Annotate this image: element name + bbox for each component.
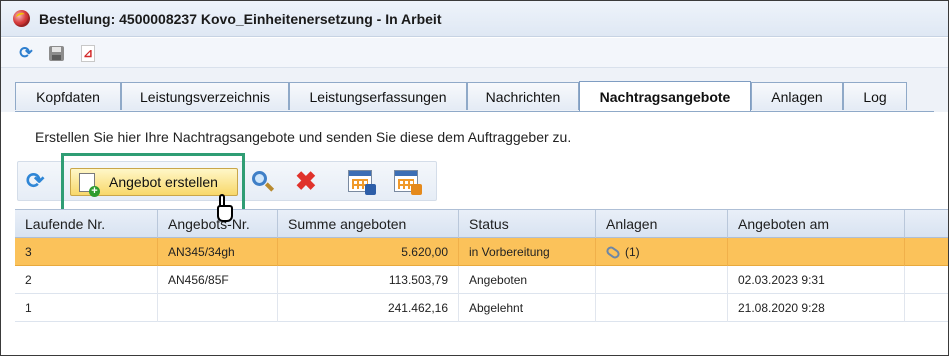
cell-offer-number <box>158 294 278 322</box>
title-bar: Bestellung: 4500008237 Kovo_Einheiteners… <box>1 1 948 37</box>
table-row[interactable]: 3 AN345/34gh 5.620,00 in Vorbereitung (1… <box>15 238 948 266</box>
table-row[interactable]: 2 AN456/85F 113.503,79 Angeboten 02.03.2… <box>15 266 948 294</box>
cell-offer-number: AN456/85F <box>158 266 278 294</box>
cell-sum: 241.462,16 <box>278 294 459 322</box>
create-offer-label: Angebot erstellen <box>109 174 218 190</box>
cell-sum: 113.503,79 <box>278 266 459 294</box>
cell-sum: 5.620,00 <box>278 238 459 266</box>
tab-leistungsverzeichnis[interactable]: Leistungsverzeichnis <box>121 82 289 110</box>
column-header[interactable]: Laufende Nr. <box>15 210 158 238</box>
window: Bestellung: 4500008237 Kovo_Einheiteners… <box>0 0 949 356</box>
cell-attachments <box>596 294 728 322</box>
tab-label: Nachrichten <box>485 88 561 105</box>
column-header[interactable]: Summe angeboten <box>278 210 459 238</box>
paperclip-icon <box>604 245 622 261</box>
tab-label: Log <box>863 88 887 105</box>
tab-nachtragsangebote[interactable]: Nachtragsangebote <box>579 81 751 111</box>
new-document-icon <box>79 172 100 197</box>
cell-status: in Vorbereitung <box>459 238 596 266</box>
cell-nr: 1 <box>15 294 158 322</box>
hand-cursor-icon <box>213 194 235 224</box>
export-icon[interactable] <box>348 170 376 195</box>
tab-label: Kopfdaten <box>36 88 100 105</box>
window-title: Bestellung: 4500008237 Kovo_Einheiteners… <box>39 11 442 27</box>
column-header[interactable]: Anlagen <box>596 210 728 238</box>
search-icon[interactable] <box>250 169 276 195</box>
table-header: Laufende Nr. Angebots-Nr. Summe angebote… <box>15 209 948 238</box>
app-logo-icon <box>13 10 30 27</box>
cell-date: 21.08.2020 9:28 <box>728 294 905 322</box>
tab-bar: Kopfdaten Leistungsverzeichnis Leistungs… <box>1 68 948 112</box>
tab-leistungserfassungen[interactable]: Leistungserfassungen <box>289 82 467 110</box>
table-row[interactable]: 1 241.462,16 Abgelehnt 21.08.2020 9:28 <box>15 294 948 322</box>
import-icon[interactable] <box>394 170 422 195</box>
cell-nr: 3 <box>15 238 158 266</box>
save-icon[interactable] <box>47 44 65 62</box>
tab-label: Nachtragsangebote <box>599 88 731 105</box>
column-header[interactable]: Status <box>459 210 596 238</box>
cell-nr: 2 <box>15 266 158 294</box>
info-text: Erstellen Sie hier Ihre Nachtragsangebot… <box>35 129 572 145</box>
attachment-count: (1) <box>625 245 640 259</box>
tab-kopfdaten[interactable]: Kopfdaten <box>15 82 121 110</box>
create-offer-button[interactable]: Angebot erstellen <box>70 168 238 197</box>
top-toolbar: ⟳ <box>1 38 948 68</box>
cell-attachments[interactable]: (1) <box>596 238 728 266</box>
column-header[interactable]: Angeboten am <box>728 210 905 238</box>
tab-label: Leistungsverzeichnis <box>140 88 270 105</box>
tab-log[interactable]: Log <box>843 82 907 110</box>
offers-table: Laufende Nr. Angebots-Nr. Summe angebote… <box>15 209 948 322</box>
tab-label: Anlagen <box>771 88 823 105</box>
cell-offer-number: AN345/34gh <box>158 238 278 266</box>
cell-status: Angeboten <box>459 266 596 294</box>
tab-label: Leistungserfassungen <box>309 88 447 105</box>
cell-status: Abgelehnt <box>459 294 596 322</box>
delete-icon[interactable]: ✖ <box>295 166 317 196</box>
cell-date <box>728 238 905 266</box>
refresh-icon[interactable]: ⟳ <box>17 44 35 62</box>
cell-date: 02.03.2023 9:31 <box>728 266 905 294</box>
refresh-icon[interactable]: ⟳ <box>26 170 44 192</box>
cell-attachments <box>596 266 728 294</box>
tab-nachrichten[interactable]: Nachrichten <box>467 82 579 110</box>
tab-anlagen[interactable]: Anlagen <box>751 82 843 110</box>
pdf-icon[interactable] <box>79 44 97 62</box>
